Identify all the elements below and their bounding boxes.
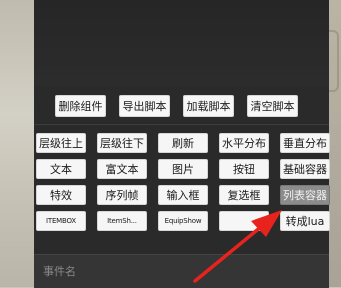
export-script-button[interactable]: 导出脚本 bbox=[119, 95, 170, 117]
script-toolbar: 删除组件 导出脚本 加载脚本 清空脚本 bbox=[55, 95, 298, 117]
image-button[interactable]: 图片 bbox=[158, 159, 208, 179]
load-script-button[interactable]: 加载脚本 bbox=[183, 95, 234, 117]
list-container-button[interactable]: 列表容器 bbox=[280, 185, 330, 205]
convert-to-lua-button[interactable]: 转成lua bbox=[280, 211, 330, 231]
editor-panel: 删除组件 导出脚本 加载脚本 清空脚本 层级往上 层级往下 刷新 水平分布 垂直… bbox=[34, 0, 330, 288]
equipshow-button[interactable]: EquipShow bbox=[158, 211, 208, 231]
background-left bbox=[0, 0, 34, 287]
layer-down-button[interactable]: 层级往下 bbox=[97, 133, 147, 153]
itemshow-button[interactable]: ItemSh... bbox=[97, 211, 147, 231]
event-name-label: 事件名 bbox=[43, 265, 76, 278]
effect-button[interactable]: 特效 bbox=[36, 185, 86, 205]
text-button[interactable]: 文本 bbox=[36, 159, 86, 179]
distribute-vertical-button[interactable]: 垂直分布 bbox=[280, 133, 330, 153]
base-container-button[interactable]: 基础容器 bbox=[280, 159, 330, 179]
blank-button[interactable] bbox=[219, 211, 269, 231]
layer-up-button[interactable]: 层级往上 bbox=[36, 133, 86, 153]
itembox-button[interactable]: ITEMBOX bbox=[36, 211, 86, 231]
panel-header-area bbox=[34, 0, 329, 86]
sequence-frame-button[interactable]: 序列帧 bbox=[97, 185, 147, 205]
component-grid: 层级往上 层级往下 刷新 水平分布 垂直分布 文本 富文本 图片 按钮 基础容器… bbox=[36, 133, 330, 231]
delete-component-button[interactable]: 删除组件 bbox=[55, 95, 106, 117]
button-component-button[interactable]: 按钮 bbox=[219, 159, 269, 179]
rich-text-button[interactable]: 富文本 bbox=[97, 159, 147, 179]
event-name-bar: 事件名 bbox=[34, 254, 329, 288]
refresh-button[interactable]: 刷新 bbox=[158, 133, 208, 153]
distribute-horizontal-button[interactable]: 水平分布 bbox=[219, 133, 269, 153]
checkbox-button[interactable]: 复选框 bbox=[219, 185, 269, 205]
clear-script-button[interactable]: 清空脚本 bbox=[247, 95, 298, 117]
input-box-button[interactable]: 输入框 bbox=[158, 185, 208, 205]
section-divider bbox=[34, 124, 329, 125]
